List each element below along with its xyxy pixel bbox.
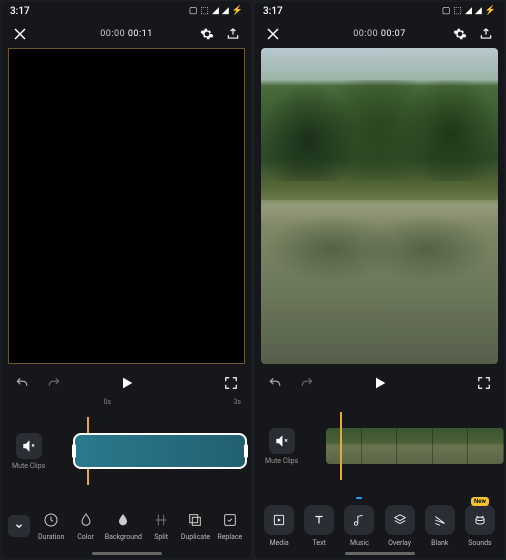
video-clip[interactable] — [326, 428, 504, 464]
tool-media[interactable]: Media — [261, 505, 297, 547]
tool-color[interactable]: Color — [70, 511, 100, 541]
settings-button[interactable] — [450, 24, 470, 44]
elapsed-time: 00:00 — [353, 29, 378, 39]
redo-button[interactable] — [297, 373, 317, 393]
text-icon — [304, 505, 334, 535]
mute-label: Mute Clips — [265, 457, 298, 465]
tool-overlay[interactable]: Overlay — [382, 505, 418, 547]
fullscreen-button[interactable] — [221, 373, 241, 393]
tool-text[interactable]: Text — [301, 505, 337, 547]
status-icons: ▢ ⬚ ◢ ◢ ⚡ — [189, 6, 243, 16]
right-screen: 3:17 ▢ ⬚ ◢ ◢ ⚡ 00:00 00:07 — [255, 2, 504, 558]
drum-icon — [465, 505, 495, 535]
playhead[interactable] — [340, 412, 342, 480]
clock-icon — [42, 511, 60, 529]
home-indicator — [345, 552, 415, 555]
mute-clips-button[interactable] — [269, 428, 295, 454]
total-time: 00:11 — [128, 29, 153, 39]
badge — [356, 497, 362, 499]
blank-icon — [425, 505, 455, 535]
tool-replace[interactable]: Replace — [215, 511, 245, 541]
new-badge: New — [471, 497, 489, 506]
ruler-end: 3s — [233, 398, 241, 406]
fullscreen-button[interactable] — [474, 373, 494, 393]
tool-duration[interactable]: Duration — [36, 511, 66, 541]
clip-toolbar: Duration Color Background Split Duplicat… — [2, 494, 251, 558]
music-icon — [344, 505, 374, 535]
home-indicator — [92, 552, 162, 555]
blank-clip[interactable] — [73, 433, 247, 469]
editor-top-bar: 00:00 00:11 — [2, 20, 251, 48]
signal-icon: ◢ — [222, 6, 229, 16]
mute-label: Mute Clips — [12, 462, 45, 470]
replace-icon — [221, 511, 239, 529]
time-display: 00:00 00:07 — [353, 29, 406, 39]
settings-button[interactable] — [197, 24, 217, 44]
timeline[interactable]: Mute Clips — [255, 418, 504, 474]
playback-controls — [255, 368, 504, 398]
split-icon — [152, 511, 170, 529]
signal-icon: ◢ — [465, 6, 472, 16]
time-display: 00:00 00:11 — [100, 29, 153, 39]
undo-button[interactable] — [12, 373, 32, 393]
editor-top-bar: 00:00 00:07 — [255, 20, 504, 48]
tool-background[interactable]: Background — [105, 511, 142, 541]
battery-icon: ⚡ — [232, 6, 243, 16]
preview-canvas[interactable] — [8, 48, 245, 364]
tool-sounds[interactable]: New Sounds — [462, 505, 498, 547]
clock: 3:17 — [263, 6, 283, 17]
preview-canvas[interactable] — [261, 48, 498, 364]
vr-icon: ⬚ — [200, 6, 209, 16]
tool-split[interactable]: Split — [146, 511, 176, 541]
clip-thumbnail — [433, 428, 469, 464]
playback-controls — [2, 368, 251, 398]
clock: 3:17 — [10, 6, 30, 17]
time-ruler: 0s 3s — [12, 398, 241, 408]
signal-icon: ◢ — [212, 6, 219, 16]
status-bar: 3:17 ▢ ⬚ ◢ ◢ ⚡ — [255, 2, 504, 20]
play-button[interactable] — [117, 373, 137, 393]
main-toolbar: Media Text Music Overlay Blank New Sound… — [255, 494, 504, 558]
tool-blank[interactable]: Blank — [422, 505, 458, 547]
undo-button[interactable] — [265, 373, 285, 393]
timeline[interactable]: Mute Clips — [2, 423, 251, 479]
layers-icon — [385, 505, 415, 535]
redo-button[interactable] — [44, 373, 64, 393]
drop-icon — [77, 511, 95, 529]
elapsed-time: 00:00 — [100, 29, 125, 39]
collapse-button[interactable] — [8, 515, 30, 537]
clip-thumbnail — [362, 428, 398, 464]
export-button[interactable] — [223, 24, 243, 44]
duplicate-icon — [186, 511, 204, 529]
battery-icon: ⚡ — [485, 6, 496, 16]
play-button[interactable] — [370, 373, 390, 393]
ruler-start: 0s — [104, 398, 112, 406]
clip-thumbnail — [397, 428, 433, 464]
media-icon — [264, 505, 294, 535]
export-button[interactable] — [476, 24, 496, 44]
status-bar: 3:17 ▢ ⬚ ◢ ◢ ⚡ — [2, 2, 251, 20]
vr-icon: ⬚ — [453, 6, 462, 16]
close-button[interactable] — [10, 24, 30, 44]
left-screen: 3:17 ▢ ⬚ ◢ ◢ ⚡ 00:00 00:11 — [2, 2, 251, 558]
status-icons: ▢ ⬚ ◢ ◢ ⚡ — [442, 6, 496, 16]
image-icon: ▢ — [442, 6, 451, 16]
mute-clips-button[interactable] — [16, 433, 42, 459]
clip-thumbnail — [326, 428, 362, 464]
tool-duplicate[interactable]: Duplicate — [180, 511, 210, 541]
signal-icon: ◢ — [475, 6, 482, 16]
total-time: 00:07 — [381, 29, 406, 39]
clip-thumbnail — [468, 428, 504, 464]
close-button[interactable] — [263, 24, 283, 44]
drop-filled-icon — [114, 511, 132, 529]
tool-music[interactable]: Music — [341, 505, 377, 547]
image-icon: ▢ — [189, 6, 198, 16]
video-frame — [261, 48, 498, 364]
